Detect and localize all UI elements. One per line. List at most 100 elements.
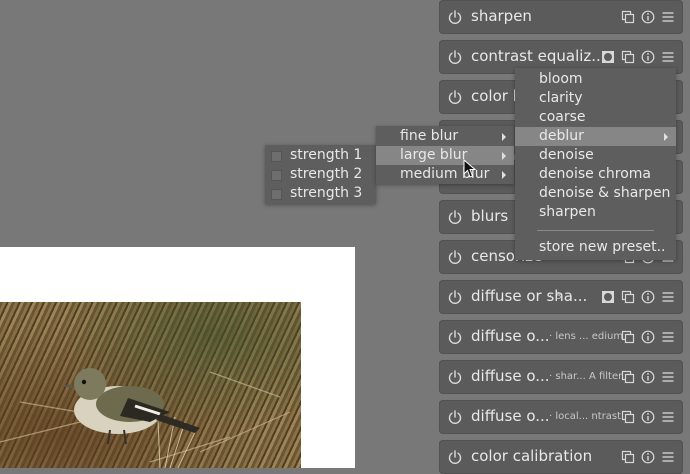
- presets-menu: bloom clarity coarse deblur denoise deno…: [515, 68, 676, 260]
- mask-icon[interactable]: [601, 49, 615, 63]
- menu-item-label: denoise & sharpen: [539, 185, 671, 201]
- menu-item-fine-blur[interactable]: fine blur: [376, 127, 514, 146]
- module-color-calibration[interactable]: color calibration: [439, 440, 683, 474]
- preset-item-denoise[interactable]: denoise: [515, 146, 676, 165]
- module-title: diffuse or sha...: [471, 287, 588, 305]
- multi-instance-icon[interactable]: [621, 369, 635, 384]
- menu-item-label: strength 3: [290, 185, 363, 201]
- module-title: sharpen: [471, 7, 532, 25]
- module-instance-label: · shar... A filter: [549, 371, 623, 382]
- module-title: diffuse o...: [471, 327, 550, 345]
- module-header-icons: [601, 49, 675, 64]
- deblur-submenu: fine blur large blur medium blur: [376, 126, 514, 184]
- menu-item-label: denoise: [539, 147, 594, 163]
- menu-item-label: strength 1: [290, 147, 363, 163]
- menu-item-medium-blur[interactable]: medium blur: [376, 165, 514, 184]
- mask-icon[interactable]: [601, 289, 615, 303]
- presets-menu-icon[interactable]: [661, 369, 675, 383]
- module-diffuse-1[interactable]: diffuse or sha... · 3: [439, 280, 683, 314]
- submenu-arrow-icon: [502, 152, 506, 160]
- menu-item-label: store new preset..: [539, 239, 666, 255]
- module-title: diffuse o...: [471, 407, 550, 425]
- presets-menu-icon[interactable]: [661, 289, 675, 303]
- preset-item-clarity[interactable]: clarity: [515, 89, 676, 108]
- store-new-preset-item[interactable]: store new preset..: [515, 238, 676, 257]
- module-instance-label: · 3: [549, 291, 562, 302]
- menu-item-label: large blur: [400, 147, 468, 163]
- menu-item-strength-1[interactable]: strength 1: [265, 146, 376, 165]
- module-header-icons: [601, 289, 675, 304]
- reset-icon[interactable]: [641, 449, 655, 464]
- multi-instance-icon[interactable]: [621, 409, 635, 424]
- module-diffuse-2[interactable]: diffuse o... · lens ... edium: [439, 320, 683, 354]
- presets-menu-icon[interactable]: [661, 409, 675, 423]
- menu-item-label: denoise chroma: [539, 166, 651, 182]
- multi-instance-icon[interactable]: [621, 449, 635, 464]
- menu-item-label: fine blur: [400, 128, 459, 144]
- submenu-arrow-icon: [502, 133, 506, 141]
- preset-item-denoise-sharpen[interactable]: denoise & sharpen: [515, 184, 676, 203]
- reset-icon[interactable]: [641, 9, 655, 24]
- presets-menu-icon[interactable]: [661, 329, 675, 343]
- menu-item-label: deblur: [539, 128, 584, 144]
- presets-menu-icon[interactable]: [661, 49, 675, 63]
- submenu-arrow-icon: [502, 171, 506, 179]
- submenu-arrow-icon: [664, 133, 668, 141]
- reset-icon[interactable]: [641, 289, 655, 304]
- module-header-icons: [621, 449, 675, 464]
- module-instance-label: · local... ntrast: [549, 411, 622, 422]
- mouse-cursor-icon: [463, 159, 477, 178]
- multi-instance-icon[interactable]: [621, 49, 635, 64]
- presets-menu-icon[interactable]: [661, 449, 675, 463]
- menu-item-strength-3[interactable]: strength 3: [265, 184, 376, 203]
- bird-photo-graphic: [0, 368, 291, 468]
- presets-menu-icon[interactable]: [661, 9, 675, 23]
- module-header-icons: [621, 409, 675, 424]
- power-icon[interactable]: [447, 369, 463, 385]
- preset-item-sharpen[interactable]: sharpen: [515, 203, 676, 222]
- power-icon[interactable]: [447, 89, 463, 105]
- menu-item-label: coarse: [539, 109, 586, 125]
- power-icon[interactable]: [447, 409, 463, 425]
- menu-item-label: strength 2: [290, 166, 363, 182]
- multi-instance-icon[interactable]: [621, 289, 635, 304]
- module-title: diffuse o...: [471, 367, 550, 385]
- power-icon[interactable]: [447, 49, 463, 65]
- menu-item-label: sharpen: [539, 204, 596, 220]
- multi-instance-icon[interactable]: [621, 9, 635, 24]
- power-icon[interactable]: [447, 329, 463, 345]
- reset-icon[interactable]: [641, 329, 655, 344]
- menu-item-strength-2[interactable]: strength 2: [265, 165, 376, 184]
- module-diffuse-4[interactable]: diffuse o... · local... ntrast: [439, 400, 683, 434]
- multi-instance-icon[interactable]: [621, 329, 635, 344]
- preset-item-bloom[interactable]: bloom: [515, 70, 676, 89]
- module-instance-label: · lens ... edium: [549, 331, 624, 342]
- preset-item-deblur[interactable]: deblur: [515, 127, 676, 146]
- power-icon[interactable]: [447, 209, 463, 225]
- module-title: color calibration: [471, 447, 593, 465]
- reset-icon[interactable]: [641, 49, 655, 64]
- preset-item-coarse[interactable]: coarse: [515, 108, 676, 127]
- reset-icon[interactable]: [641, 409, 655, 424]
- power-icon[interactable]: [447, 289, 463, 305]
- power-icon[interactable]: [447, 249, 463, 265]
- menu-item-large-blur[interactable]: large blur: [376, 146, 514, 165]
- checkbox-icon[interactable]: [271, 151, 282, 162]
- image-preview: [0, 302, 301, 468]
- menu-separator: [537, 230, 654, 231]
- checkbox-icon[interactable]: [271, 189, 282, 200]
- module-title: contrast equaliz...: [471, 47, 606, 65]
- preset-item-denoise-chroma[interactable]: denoise chroma: [515, 165, 676, 184]
- module-diffuse-3[interactable]: diffuse o... · shar... A filter: [439, 360, 683, 394]
- power-icon[interactable]: [447, 449, 463, 465]
- power-icon[interactable]: [447, 9, 463, 25]
- reset-icon[interactable]: [641, 369, 655, 384]
- menu-item-label: clarity: [539, 90, 583, 106]
- module-header-icons: [621, 329, 675, 344]
- strength-menu: strength 1 strength 2 strength 3: [265, 145, 376, 204]
- module-header-icons: [621, 369, 675, 384]
- checkbox-icon[interactable]: [271, 170, 282, 181]
- module-title: blurs: [471, 207, 509, 225]
- module-sharpen[interactable]: sharpen: [439, 0, 683, 34]
- module-header-icons: [621, 9, 675, 24]
